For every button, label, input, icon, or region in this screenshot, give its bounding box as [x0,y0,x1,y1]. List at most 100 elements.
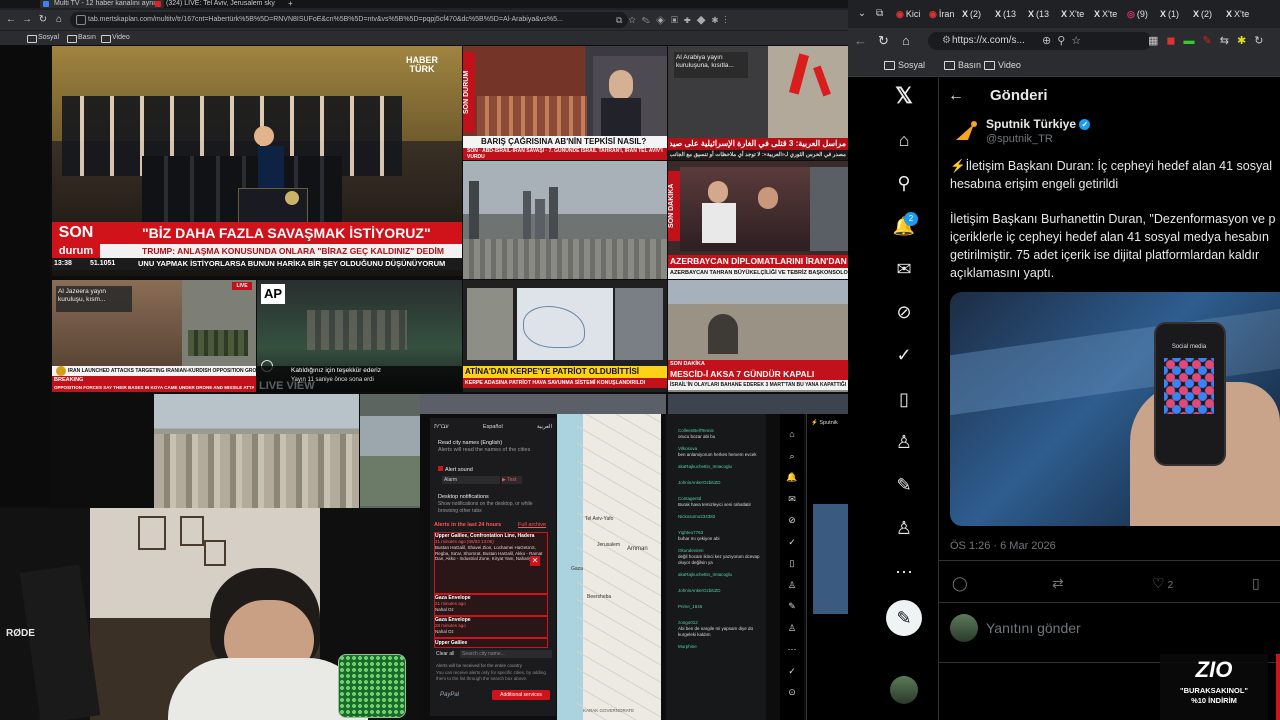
tile-tel-aviv-live[interactable] [463,161,667,279]
bookmark-apps-icon[interactable] [4,32,16,44]
reload-icon[interactable]: ↻ [878,32,894,50]
tab-multitv[interactable]: Multi TV - 12 haber kanalını aynı e [40,0,164,8]
alert-sound-option[interactable]: Alert sound [438,466,548,474]
compose-post-button[interactable]: ✎ [886,600,922,636]
alert-item[interactable]: Upper Galilee [434,638,548,648]
like-button[interactable]: ♡ 2 [1152,574,1192,592]
reply-icon[interactable]: ◯ [952,574,972,592]
bookmark-folder-basin[interactable]: Basın [942,58,981,72]
grok-nav-icon[interactable]: ⊘ [892,300,916,324]
jobs-nav-icon[interactable]: ♙ [892,430,916,454]
chat-username[interactable]: akaRajkuchettin_ImIacoglu [678,572,766,578]
browser-tab[interactable]: ◎ (9) [1127,6,1158,22]
tab-youtube-live[interactable]: (324) LIVE: Tel Aviv, Jerusalem sky [152,0,296,8]
home-icon[interactable]: ⌂ [902,32,918,50]
browser-tab[interactable]: X (2) [1193,6,1224,22]
back-icon[interactable]: ← [4,13,18,27]
browser-tab[interactable]: X X'te [1226,6,1257,22]
tile-al-jazeera[interactable]: Al Jazeera yayın kuruluşu, kısm... LIVE … [52,280,256,392]
checkbox-icon[interactable] [438,466,443,471]
chat-username[interactable]: JohninAnkerOzbitiZD [678,480,766,486]
sputnik-avatar[interactable] [952,118,980,146]
author-handle[interactable]: @sputnik_TR [986,132,1106,146]
forward-icon[interactable]: → [20,13,34,27]
alert-item[interactable]: Gaza Envelope 21 minutes ago Nahal Oz [434,594,548,616]
account-avatar[interactable] [890,676,918,704]
back-icon[interactable]: ← [854,32,870,50]
reload-icon[interactable]: ↻ [36,13,50,27]
desktop-notifications-option[interactable]: Desktop notifications Show notifications… [438,494,552,514]
alert-item[interactable]: Gaza Envelope 28 minutes ago Nahal Oz [434,616,548,638]
repost-icon[interactable]: ⇄ [1052,574,1072,592]
browser-tab[interactable]: ◉ Kici [896,6,927,22]
chat-username[interactable]: Prime_1845 [678,604,766,610]
clear-all-button[interactable]: Clear all [436,650,458,658]
full-archive-link[interactable]: Full archive [518,522,554,530]
browser-tab[interactable]: X X'te [1094,6,1125,22]
tile-ntv[interactable]: SON DURUM BARIŞ ÇAĞRISINA AB'NİN TEPKİSİ… [463,46,667,160]
bookmark-icon[interactable]: ▯ [1252,574,1272,592]
home-nav-icon[interactable]: ⌂ [892,128,916,152]
bookmark-folder-video[interactable]: Video [982,58,1021,72]
language-tab[interactable]: Español [483,424,503,434]
paypal-button[interactable]: PayPal [440,690,480,700]
more-nav-icon[interactable]: ⋯ [892,560,916,584]
tile-mescid-aksa[interactable]: SON DAKİKA MESCİD-İ AKSA 7 GÜNDÜR KAPALI… [668,280,848,392]
language-tab[interactable]: العربية [537,424,552,434]
reply-input[interactable]: Yanıtını gönder [986,618,1186,638]
dismiss-alert-icon[interactable]: ✕ [530,556,540,566]
post-timestamp[interactable]: ÖS 1:26 · 6 Mar 2026 [950,538,1150,554]
tweet-image[interactable]: Social media [950,292,1280,526]
profile-nav-icon[interactable]: ♙ [892,516,916,540]
tab-groups-icon[interactable]: ⧉ [876,6,892,22]
tile-cnn-turk[interactable]: SON DAKİKA AZERBAYCAN DİPLOMATLARINI İRA… [668,161,848,279]
extension-icons[interactable]: ⧉☆✎◈▣✚◆✱⋮ [616,13,846,27]
tile-ap-live[interactable]: AP Katıldığınız için teşekkür ederiz Yay… [257,280,462,392]
back-arrow-icon[interactable]: ← [948,86,968,106]
bookmark-apps-icon[interactable] [854,58,880,72]
browser-tab[interactable]: X (1) [1160,6,1191,22]
additional-services-button[interactable]: Additional services [492,690,550,700]
bookmark-folder-sosyal[interactable]: Sosyal [26,32,59,44]
bookmark-folder-basin[interactable]: Basın [66,32,96,44]
browser-tab[interactable]: X X'te [1061,6,1092,22]
tile-patriot-map[interactable]: ATİNA'DAN KERPE'YE PATRİOT OLDUBİTTİSİ K… [463,280,667,392]
new-tab-icon[interactable]: + [288,0,296,8]
bookmarks-nav-icon[interactable]: ▯ [892,387,916,411]
tile-small-live[interactable] [360,394,420,509]
language-tab[interactable]: עברית [434,424,449,434]
messages-nav-icon[interactable]: ✉ [892,257,916,281]
chat-username[interactable]: JohninAnkerOzbitiZD [678,588,766,594]
city-search-input[interactable]: Search city name... [460,650,552,658]
premium-nav-icon[interactable]: ✓ [892,343,916,367]
alerts-map[interactable]: Tel Aviv-Yafo Jerusalem Amman Gaza Beers… [557,414,661,720]
drafts-nav-icon[interactable]: ✎ [892,473,916,497]
bookmark-folder-sosyal[interactable]: Sosyal [882,58,925,72]
home-icon[interactable]: ⌂ [52,13,66,27]
chat-username[interactable]: Nickosomo234382 [678,514,766,520]
chat-username[interactable]: Murphine [678,644,766,650]
tile-aerial-city[interactable] [154,394,359,509]
browser-tab[interactable]: X (13 [1028,6,1059,22]
author-name-row[interactable]: Sputnik Türkiye ✓ [986,116,1166,132]
browser-tab[interactable]: X (13 [995,6,1026,22]
tab-search-icon[interactable]: ⌄ [852,6,872,22]
read-city-option[interactable]: Read city names (English) Alerts will re… [438,440,548,456]
explore-nav-icon[interactable]: ⚲ [892,171,916,195]
url-action-icons[interactable]: ⊕⚲☆ [1042,32,1138,50]
extension-icons[interactable]: ▦◼▬✎⇆✱↻ [1148,32,1278,50]
tile-al-arabiya[interactable]: Al Arabiya yayın kuruluşuna, kısıtla... … [668,46,848,160]
site-info-icon[interactable]: ⚙ [942,32,952,50]
browser-tab[interactable]: X (2) [962,6,993,22]
tab-label: (9) [1136,9,1148,19]
browser-tab[interactable]: ◉ İran [929,6,960,22]
mini-x-nav-icons[interactable]: ⌂ ⌕ 🔔 ✉ ⊘ ✓ ▯ ♙ ✎ ♙ ⋯ ✓ ⊙ [786,424,798,704]
chat-username[interactable]: akaRajkuchettin_ImIacoglu [678,464,766,470]
bookmark-folder-video[interactable]: Video [100,32,130,44]
tile-haberturk[interactable]: HABER TÜRK SON "BİZ DAHA FAZLA SAVAŞMAK … [52,46,462,276]
site-info-icon[interactable] [76,15,86,25]
x-logo-icon[interactable]: 𝕏 [892,84,916,108]
sound-select[interactable]: Alarm [442,476,500,484]
test-sound-button[interactable]: ▶ Test [502,476,522,484]
url-field[interactable]: tab.mertskaplan.com/multitv/tr/167cnt=Ha… [70,12,628,28]
